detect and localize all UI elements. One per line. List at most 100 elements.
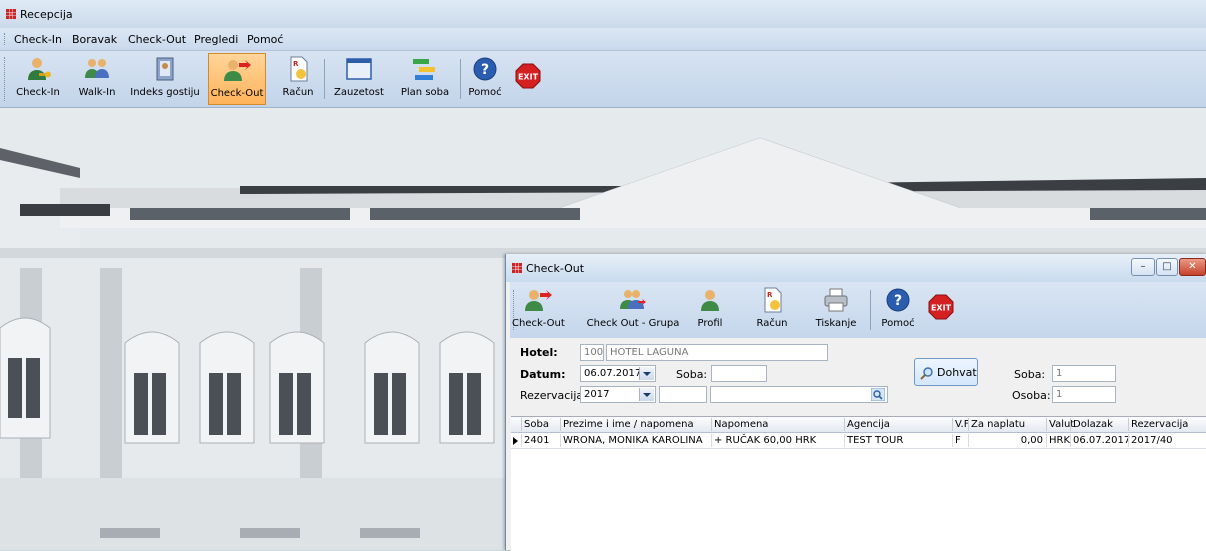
check-in-label: Check-In xyxy=(16,87,60,98)
pomoc-label: Pomoć xyxy=(468,87,502,98)
toolbar-separator xyxy=(324,59,325,99)
racun-button[interactable]: R Račun xyxy=(280,53,316,105)
row-selector-icon xyxy=(513,437,518,445)
osoba-label: Osoba: xyxy=(1012,389,1051,402)
check-in-button[interactable]: Check-In xyxy=(12,53,64,105)
racun-label: Račun xyxy=(282,87,314,98)
plan-soba-label: Plan soba xyxy=(400,87,450,98)
indeks-gostiju-label: Indeks gostiju xyxy=(130,87,200,98)
rezervacija-number-input[interactable] xyxy=(659,386,707,403)
column-header-dolazak[interactable]: Dolazak xyxy=(1070,418,1129,431)
check-out-grupa-button[interactable]: Check Out - Grupa xyxy=(586,284,680,336)
grid-header: Soba Prezime i ime / napomena Napomena A… xyxy=(511,417,1206,433)
rezervacija-year-select[interactable]: 2017 xyxy=(580,386,656,403)
check-out-window-title-bar: Check-Out – □ ✕ xyxy=(506,254,1206,282)
profil-button[interactable]: Profil xyxy=(690,284,730,336)
window-check-out-button[interactable]: Check-Out xyxy=(512,284,565,336)
check-out-button[interactable]: Check-Out xyxy=(208,53,266,105)
svg-text:R: R xyxy=(767,291,773,299)
window-pomoc-button[interactable]: ? Pomoć xyxy=(876,284,920,336)
window-exit-button[interactable]: EXIT xyxy=(924,284,958,336)
column-header-agencija[interactable]: Agencija xyxy=(844,418,953,431)
svg-text:?: ? xyxy=(894,293,902,309)
checkout-person-arrow-icon xyxy=(224,60,251,81)
printer-icon xyxy=(824,288,848,312)
exit-button[interactable]: EXIT xyxy=(512,53,544,105)
dohvat-button[interactable]: Dohvat xyxy=(914,358,978,386)
table-row[interactable]: 2401 WRONA, MONIKA KAROLINA + RUČAK 60,0… xyxy=(511,433,1206,449)
menu-check-in[interactable]: Check-In xyxy=(14,33,62,46)
svg-text:EXIT: EXIT xyxy=(518,73,539,82)
column-header-napomena[interactable]: Napomena xyxy=(711,418,844,431)
window-racun-label: Račun xyxy=(756,318,788,329)
profile-person-icon xyxy=(701,290,719,311)
pomoc-button[interactable]: ? Pomoć xyxy=(464,53,506,105)
hotel-label: Hotel: xyxy=(520,346,558,359)
search-icon[interactable] xyxy=(871,388,885,401)
walk-in-button[interactable]: Walk-In xyxy=(74,53,120,105)
column-header-prezime[interactable]: Prezime i ime / napomena xyxy=(560,418,711,431)
magnifier-icon xyxy=(920,367,933,380)
menu-grip xyxy=(4,33,7,45)
tiskanje-label: Tiskanje xyxy=(815,318,857,329)
menu-check-out[interactable]: Check-Out xyxy=(128,33,186,46)
column-header-valut[interactable]: Valut xyxy=(1046,418,1074,431)
svg-text:?: ? xyxy=(481,62,489,78)
indeks-gostiju-button[interactable]: Indeks gostiju xyxy=(126,53,204,105)
column-header-za-naplatu[interactable]: Za naplatu xyxy=(968,418,1047,431)
zauzetost-label: Zauzetost xyxy=(334,87,384,98)
cell-za-naplatu: 0,00 xyxy=(968,434,1047,447)
close-icon: ✕ xyxy=(1188,261,1197,272)
cell-rezervacija: 2017/40 xyxy=(1128,434,1205,447)
walking-people-icon xyxy=(85,59,109,78)
guest-index-book-icon xyxy=(156,57,174,81)
cell-valut: HRK xyxy=(1046,434,1071,447)
window-check-out-label: Check-Out xyxy=(512,318,565,329)
menu-boravak[interactable]: Boravak xyxy=(72,33,117,46)
toolbar-separator xyxy=(460,59,461,99)
check-out-window: Check-Out – □ ✕ Check-Out Check Out - Gr… xyxy=(505,254,1206,551)
walk-in-label: Walk-In xyxy=(78,87,116,98)
column-header-soba[interactable]: Soba xyxy=(521,418,560,431)
minimize-button[interactable]: – xyxy=(1131,258,1155,276)
cell-napomena: + RUČAK 60,00 HRK xyxy=(711,434,844,447)
exit-icon: EXIT xyxy=(515,63,541,89)
soba-input[interactable] xyxy=(711,365,767,382)
exit-icon: EXIT xyxy=(928,294,954,320)
dohvat-label: Dohvat xyxy=(937,366,977,379)
soba-count-field[interactable]: 1 xyxy=(1052,365,1116,382)
toolbar-separator xyxy=(870,290,871,330)
maximize-button[interactable]: □ xyxy=(1156,258,1178,276)
room-plan-bars-icon xyxy=(413,59,435,80)
column-header-rezervacija[interactable]: Rezervacija xyxy=(1128,418,1205,431)
menu-bar: Check-In Boravak Check-Out Pregledi Pomo… xyxy=(0,28,1206,51)
plan-soba-button[interactable]: Plan soba xyxy=(396,53,454,105)
datum-picker[interactable]: 06.07.2017 xyxy=(580,365,656,382)
menu-pomoc[interactable]: Pomoć xyxy=(247,33,283,46)
datum-value: 06.07.2017 xyxy=(584,368,642,379)
chevron-down-icon[interactable] xyxy=(639,367,654,380)
column-header-vf[interactable]: V.F xyxy=(952,418,969,431)
help-icon: ? xyxy=(886,288,910,312)
minimize-icon: – xyxy=(1140,261,1146,272)
check-out-label: Check-Out xyxy=(210,88,264,99)
chevron-down-icon[interactable] xyxy=(639,388,654,401)
cell-vf: F xyxy=(952,434,969,447)
tiskanje-button[interactable]: Tiskanje xyxy=(812,284,860,336)
occupancy-window-icon xyxy=(346,58,372,80)
hotel-code-field[interactable]: 100 xyxy=(580,344,604,361)
zauzetost-button[interactable]: Zauzetost xyxy=(330,53,388,105)
window-racun-button[interactable]: R Račun xyxy=(750,284,794,336)
checkout-grid[interactable]: Soba Prezime i ime / napomena Napomena A… xyxy=(511,416,1206,551)
toolbar-grip xyxy=(4,57,7,101)
app-grid-icon xyxy=(512,263,522,273)
osoba-count-field[interactable]: 1 xyxy=(1052,386,1116,403)
window-pomoc-label: Pomoć xyxy=(881,318,915,329)
close-button[interactable]: ✕ xyxy=(1179,258,1206,276)
rezervacija-search-input[interactable] xyxy=(710,386,888,403)
help-icon: ? xyxy=(473,57,497,81)
hotel-name-field[interactable]: HOTEL LAGUNA xyxy=(606,344,828,361)
rezervacija-label: Rezervacija: xyxy=(520,389,587,402)
menu-pregledi[interactable]: Pregledi xyxy=(194,33,238,46)
check-out-toolbar: Check-Out Check Out - Grupa Profil R Rač… xyxy=(510,282,1206,338)
